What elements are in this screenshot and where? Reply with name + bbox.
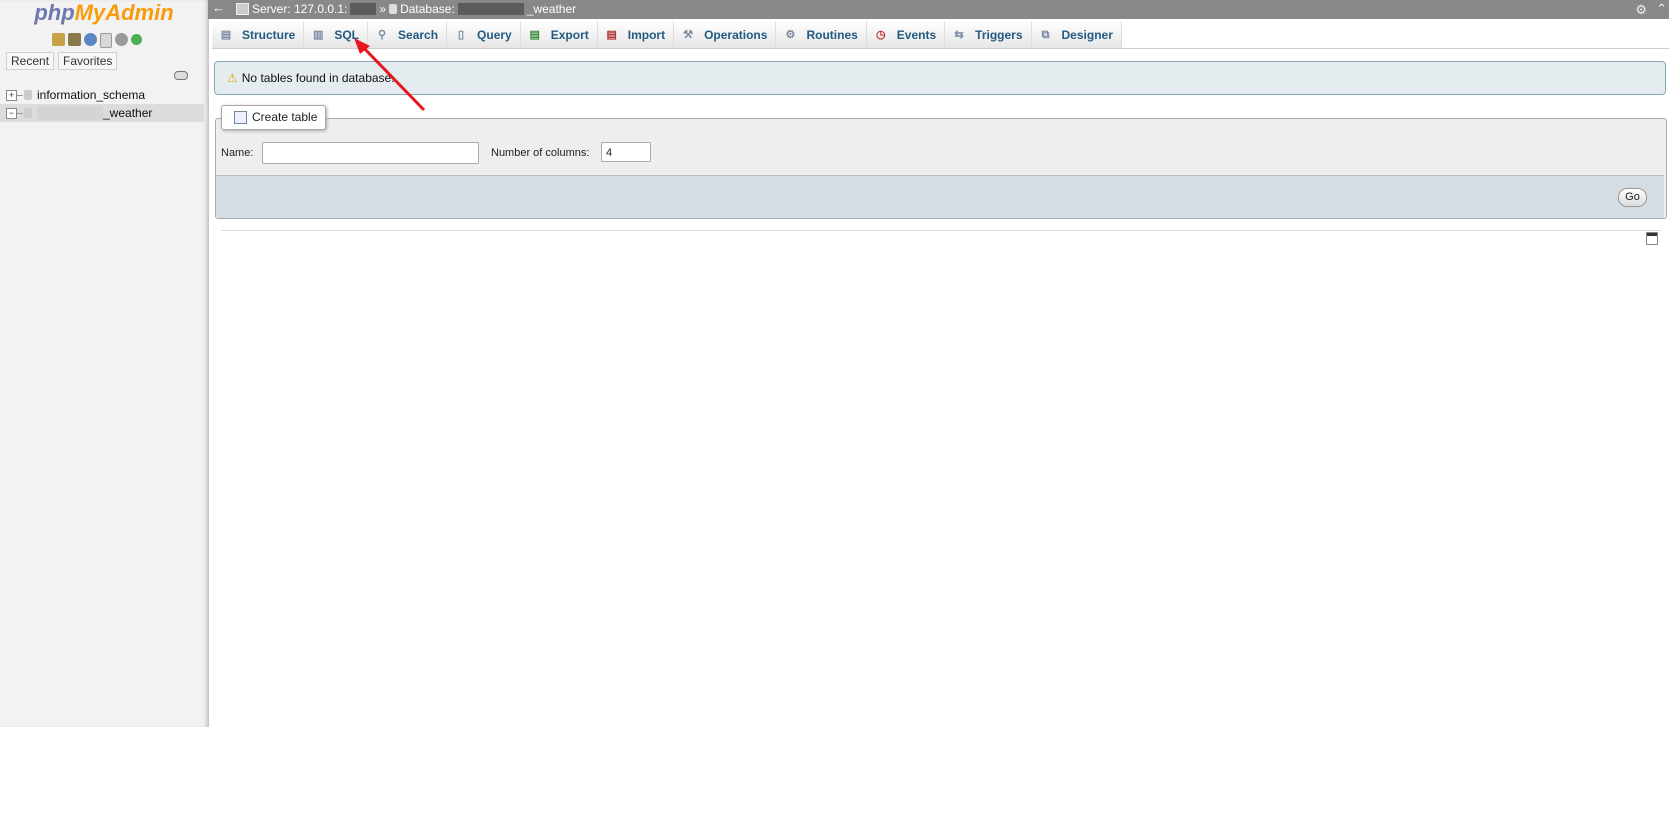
favorites-tab[interactable]: Favorites xyxy=(58,52,118,70)
gear-icon[interactable]: ⚙ xyxy=(1635,2,1647,18)
divider xyxy=(221,230,1661,231)
sidebar-tabs: Recent Favorites xyxy=(6,52,118,70)
console-icon[interactable] xyxy=(1646,232,1658,245)
server-crumb[interactable]: Server: 127.0.0.1: xyxy=(252,2,347,16)
breadcrumb-bar: ← Server: 127.0.0.1: » Database: _weathe… xyxy=(208,0,1669,19)
collapse-icon[interactable]: ⌃ xyxy=(1656,1,1667,17)
database-crumb-name[interactable]: _weather xyxy=(527,2,576,16)
tree-item-information-schema[interactable]: + information_schema xyxy=(0,86,204,104)
warning-icon: ⚠ xyxy=(227,71,238,85)
go-button[interactable]: Go xyxy=(1618,188,1647,207)
recent-tab[interactable]: Recent xyxy=(6,52,55,70)
collapse-icon[interactable]: − xyxy=(6,107,17,119)
link-icon[interactable] xyxy=(174,71,188,80)
tab-export[interactable]: ▤ Export xyxy=(520,21,598,48)
home-icon[interactable] xyxy=(52,33,65,46)
columns-label: Number of columns: xyxy=(491,147,590,159)
expand-icon[interactable]: + xyxy=(6,89,17,101)
database-name[interactable]: _weather xyxy=(103,106,152,120)
tab-routines[interactable]: ⚙ Routines xyxy=(776,21,867,48)
breadcrumb-separator: » xyxy=(379,2,387,16)
tab-query[interactable]: ▯ Query xyxy=(447,21,521,48)
phpmyadmin-app: phpMyAdmin Recent Favorites + informatio… xyxy=(0,0,1669,727)
routines-icon: ⚙ xyxy=(785,28,796,41)
notice-message: ⚠ No tables found in database. xyxy=(214,61,1666,95)
number-of-columns-input[interactable]: 4 xyxy=(601,142,651,162)
database-tree: + information_schema − _weather xyxy=(0,86,204,122)
name-label: Name: xyxy=(221,147,254,159)
navigation-sidebar: phpMyAdmin Recent Favorites + informatio… xyxy=(0,0,209,727)
docs-icon[interactable] xyxy=(100,33,112,48)
annotation-arrow xyxy=(354,38,426,112)
redacted-text xyxy=(457,3,524,15)
tree-item-weather[interactable]: − _weather xyxy=(0,104,204,122)
redacted-text xyxy=(37,106,103,120)
database-name[interactable]: information_schema xyxy=(37,88,145,102)
designer-icon: ⧉ xyxy=(1041,28,1050,41)
tab-designer[interactable]: ⧉ Designer xyxy=(1031,21,1122,48)
database-icon xyxy=(389,4,398,14)
database-icon[interactable] xyxy=(68,33,81,46)
server-icon xyxy=(236,3,249,15)
help-icon[interactable] xyxy=(84,33,97,46)
phpmyadmin-logo[interactable]: phpMyAdmin xyxy=(0,0,208,26)
breadcrumb: Server: 127.0.0.1: » Database: _weather xyxy=(236,2,576,16)
sql-icon: ▥ xyxy=(313,28,324,41)
import-icon: ▤ xyxy=(606,28,617,41)
triggers-icon: ⇆ xyxy=(954,28,964,41)
tab-triggers[interactable]: ⇆ Triggers xyxy=(945,21,1032,48)
back-arrow-icon[interactable]: ← xyxy=(212,0,225,15)
wrench-icon: ⚒ xyxy=(683,28,694,41)
clock-icon: ◷ xyxy=(875,28,886,41)
tab-operations[interactable]: ⚒ Operations xyxy=(674,21,777,48)
structure-icon: ▤ xyxy=(220,28,232,41)
database-icon xyxy=(24,90,32,100)
main-tabs: ▤ Structure ▥ SQL ⚲ Search ▯ Query ▤ Export ▤… xyxy=(212,21,1669,49)
tab-events[interactable]: ◷ Events xyxy=(866,21,946,48)
tab-import[interactable]: ▤ Import xyxy=(597,21,675,48)
export-icon: ▤ xyxy=(529,28,540,41)
create-table-legend: Create table xyxy=(221,105,327,130)
redacted-text xyxy=(350,3,377,15)
sidebar-icon-bar xyxy=(52,33,142,48)
database-icon xyxy=(24,108,32,118)
settings-icon[interactable] xyxy=(115,33,128,46)
query-icon: ▯ xyxy=(458,28,465,41)
tab-structure[interactable]: ▤ Structure xyxy=(212,21,305,48)
create-table-icon xyxy=(234,110,247,124)
table-name-input[interactable] xyxy=(262,142,479,164)
fieldset-footer xyxy=(216,175,1664,218)
database-crumb[interactable]: Database: xyxy=(400,2,455,16)
reload-icon[interactable] xyxy=(131,34,142,45)
